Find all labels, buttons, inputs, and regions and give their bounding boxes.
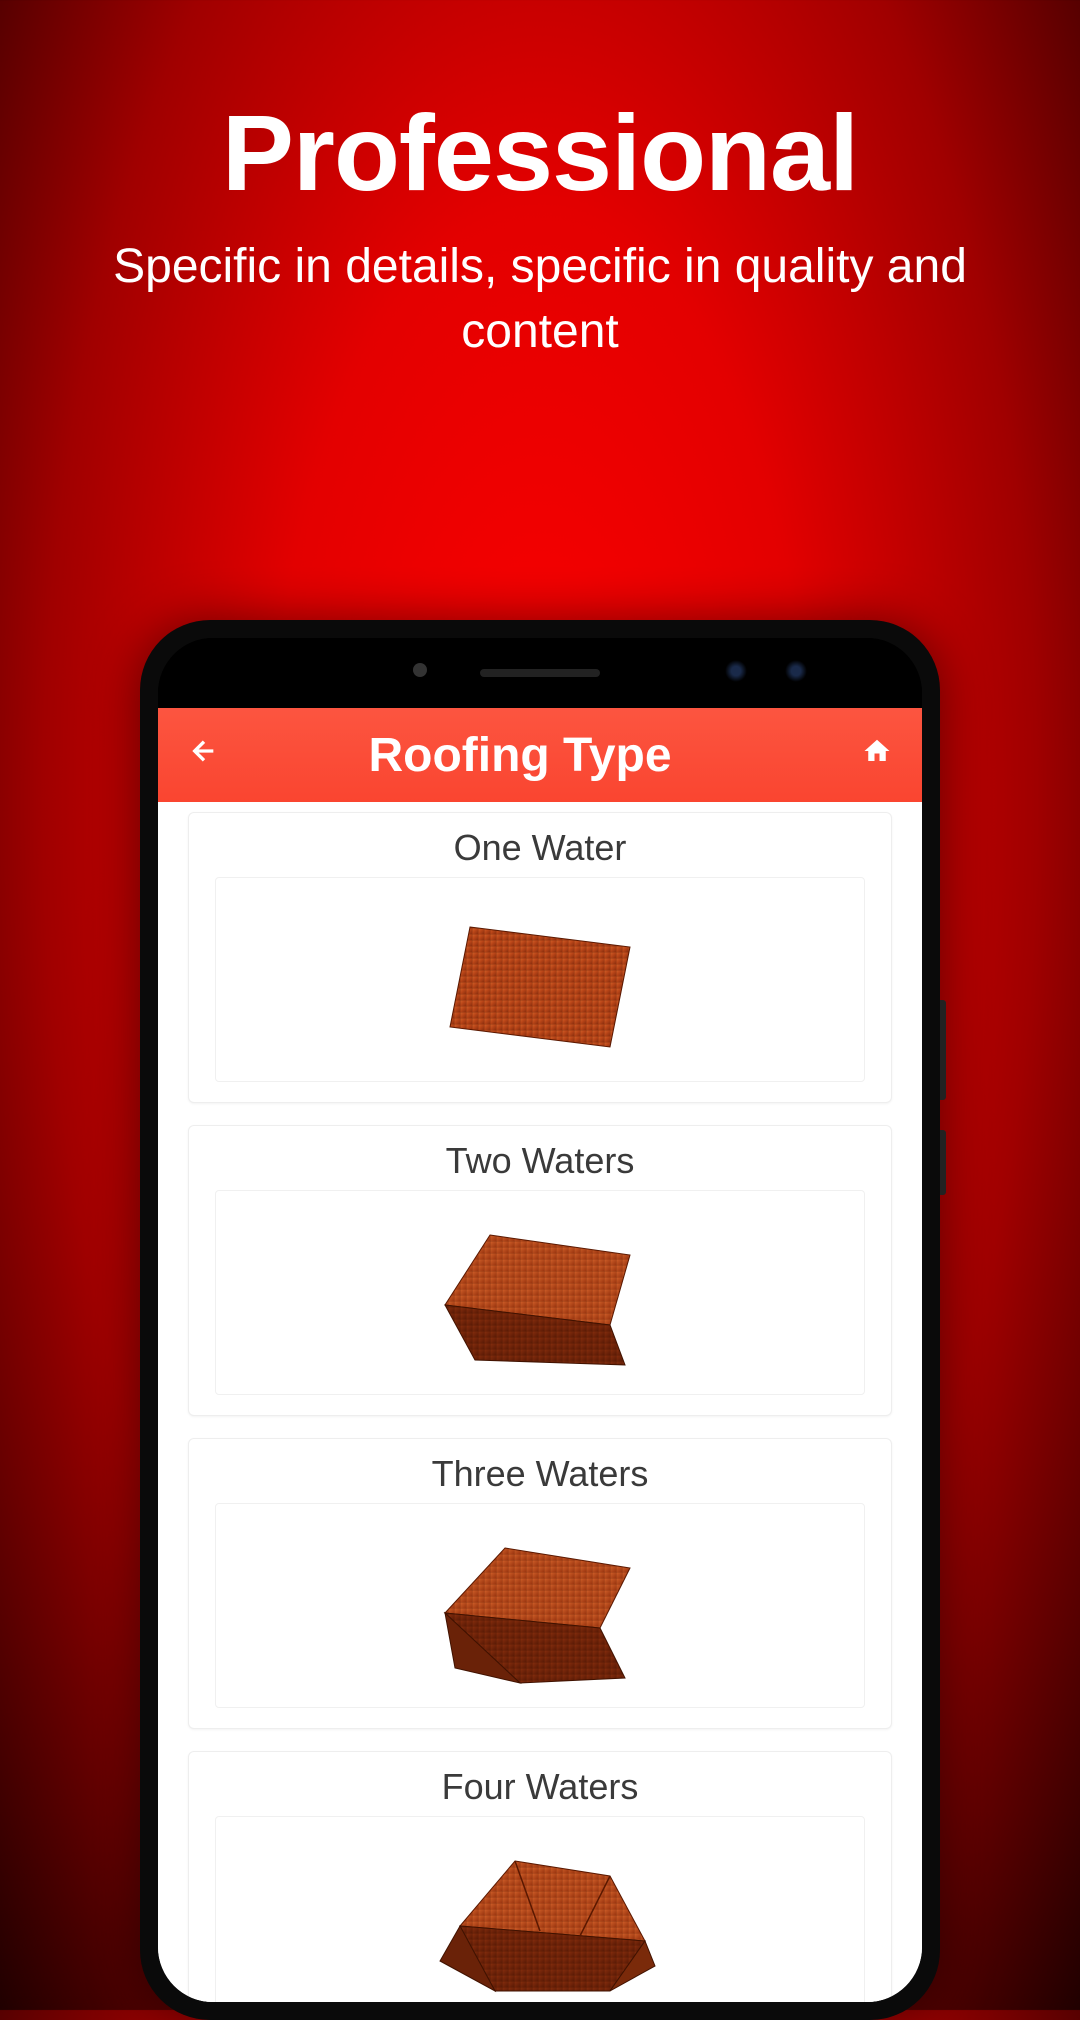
sensor-icon — [413, 663, 427, 677]
home-icon — [862, 736, 892, 766]
roof-image-container — [215, 1503, 865, 1708]
roof-one-water-icon — [400, 892, 680, 1067]
roof-image-container — [215, 1816, 865, 2002]
phone-mockup: Roofing Type One Water — [140, 620, 940, 2020]
roof-type-card-four-waters[interactable]: Four Waters — [188, 1751, 892, 2002]
speaker-icon — [480, 669, 600, 677]
roof-two-waters-icon — [400, 1205, 680, 1380]
phone-inner: Roofing Type One Water — [158, 638, 922, 2002]
roof-three-waters-icon — [400, 1518, 680, 1693]
roof-type-label: Three Waters — [189, 1439, 891, 1503]
phone-notch-area — [158, 638, 922, 708]
roof-type-label: One Water — [189, 813, 891, 877]
roof-type-card-two-waters[interactable]: Two Waters — [188, 1125, 892, 1416]
phone-side-button — [940, 1000, 946, 1100]
roof-type-label: Four Waters — [189, 1752, 891, 1816]
hero-title: Professional — [0, 90, 1080, 215]
phone-screen: Roofing Type One Water — [158, 708, 922, 2002]
roof-type-card-three-waters[interactable]: Three Waters — [188, 1438, 892, 1729]
roof-image-container — [215, 1190, 865, 1395]
hero-subtitle: Specific in details, specific in quality… — [0, 235, 1080, 365]
roof-four-waters-icon — [400, 1831, 680, 2002]
phone-side-button — [940, 1130, 946, 1195]
page-title: Roofing Type — [188, 728, 852, 783]
content-area: One Water — [158, 802, 922, 2002]
camera-icon — [785, 660, 807, 682]
roof-type-card-one-water[interactable]: One Water — [188, 812, 892, 1103]
home-button[interactable] — [852, 736, 892, 774]
roof-type-label: Two Waters — [189, 1126, 891, 1190]
app-header: Roofing Type — [158, 708, 922, 802]
camera-icon — [725, 660, 747, 682]
roof-image-container — [215, 877, 865, 1082]
